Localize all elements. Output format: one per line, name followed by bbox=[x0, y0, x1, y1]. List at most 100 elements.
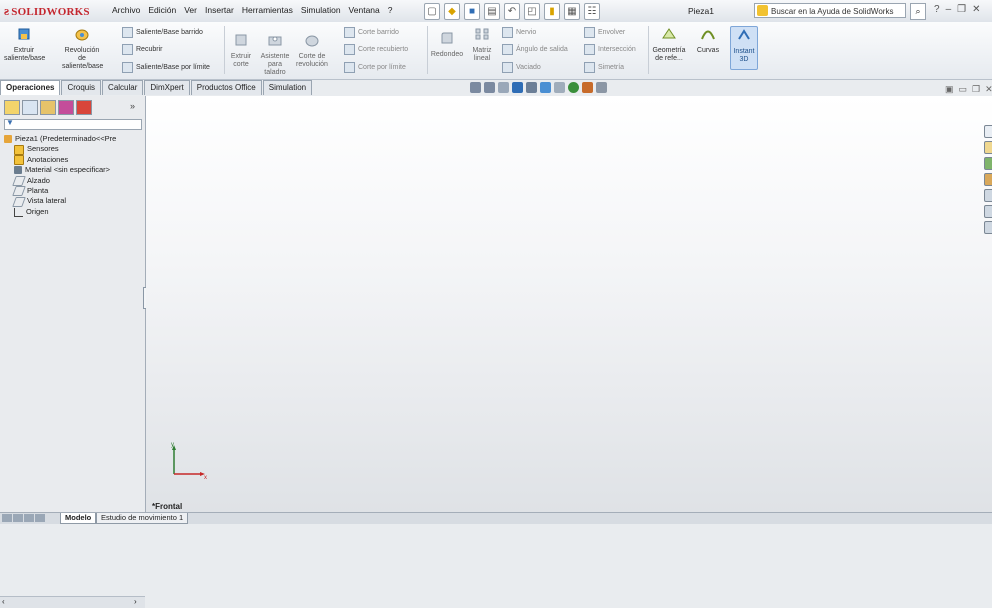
tree-root[interactable]: Pieza1 (Predeterminado<<Pre bbox=[4, 134, 116, 144]
ribbon-separator bbox=[648, 26, 649, 74]
property-manager-tab-icon[interactable] bbox=[22, 100, 38, 115]
file-explorer-icon[interactable] bbox=[984, 157, 992, 170]
viewport-restore-icon[interactable]: ❐ bbox=[972, 84, 980, 95]
swept-cut-button[interactable]: Corte barrido bbox=[344, 27, 399, 38]
tab-estudio-movimiento[interactable]: Estudio de movimiento 1 bbox=[96, 513, 189, 524]
extruded-cut-button[interactable]: Extruir corte bbox=[226, 32, 256, 69]
edit-appearance-icon[interactable] bbox=[568, 82, 579, 93]
previous-view-icon[interactable] bbox=[498, 82, 509, 93]
dimxpert-manager-tab-icon[interactable] bbox=[58, 100, 74, 115]
help-icon[interactable]: ? bbox=[934, 4, 940, 15]
select-icon[interactable]: ◰ bbox=[524, 3, 540, 20]
boundary-boss-button[interactable]: Saliente/Base por límite bbox=[122, 62, 210, 73]
first-tab-icon[interactable] bbox=[2, 514, 12, 522]
tree-item-anotaciones[interactable]: Anotaciones bbox=[4, 155, 116, 166]
wrap-button[interactable]: Envolver bbox=[584, 27, 625, 38]
rib-button[interactable]: Nervio bbox=[502, 27, 536, 38]
next-tab-icon[interactable] bbox=[24, 514, 34, 522]
viewport-minimize-icon[interactable]: ▭ bbox=[959, 84, 968, 95]
last-tab-icon[interactable] bbox=[35, 514, 45, 522]
viewport-close-icon[interactable]: ✕ bbox=[985, 84, 992, 95]
scroll-left-icon[interactable]: ‹ bbox=[2, 597, 5, 606]
graphics-area[interactable] bbox=[146, 96, 992, 512]
revolved-cut-icon bbox=[305, 35, 319, 47]
close-icon[interactable]: ✕ bbox=[972, 4, 980, 15]
triad-x-label: x bbox=[204, 475, 207, 480]
tree-item-alzado[interactable]: Alzado bbox=[4, 176, 116, 186]
revolved-cut-button[interactable]: Corte de revolución bbox=[295, 32, 329, 69]
extrude-boss-button[interactable]: Extruir saliente/base bbox=[4, 26, 45, 63]
lofted-cut-button[interactable]: Corte recubierto bbox=[344, 44, 408, 55]
view-palette-icon[interactable] bbox=[984, 173, 992, 186]
apply-scene-icon[interactable] bbox=[582, 82, 593, 93]
tab-calcular[interactable]: Calcular bbox=[102, 80, 144, 95]
restore-icon[interactable]: ❐ bbox=[957, 4, 966, 15]
solidworks-resources-icon[interactable] bbox=[984, 125, 992, 138]
file-properties-icon[interactable]: ▦ bbox=[564, 3, 580, 20]
display-manager-tab-icon[interactable] bbox=[76, 100, 92, 115]
tab-modelo[interactable]: Modelo bbox=[60, 513, 97, 524]
tree-item-planta[interactable]: Planta bbox=[4, 186, 116, 197]
zoom-to-fit-icon[interactable] bbox=[470, 82, 481, 93]
zoom-area-icon[interactable] bbox=[484, 82, 495, 93]
tree-item-origen[interactable]: Origen bbox=[4, 207, 116, 217]
reference-geometry-button[interactable]: Geometría de refe... bbox=[650, 26, 688, 63]
hole-wizard-button[interactable]: Asistente para taladro bbox=[259, 32, 291, 77]
tree-item-sensores[interactable]: Sensores bbox=[4, 144, 116, 155]
panel-horizontal-scrollbar[interactable]: ‹ › bbox=[0, 596, 145, 608]
loft-button[interactable]: Recubrir bbox=[122, 44, 162, 55]
draft-button[interactable]: Ángulo de salida bbox=[502, 44, 568, 55]
display-style-icon[interactable] bbox=[540, 82, 551, 93]
scroll-right-icon[interactable]: › bbox=[134, 597, 137, 606]
menu-insertar[interactable]: Insertar bbox=[205, 5, 234, 15]
tree-item-material[interactable]: Material <sin especificar> bbox=[4, 165, 116, 175]
help-search-input[interactable]: Buscar en la Ayuda de SolidWorks bbox=[754, 3, 906, 18]
intersect-button[interactable]: Intersección bbox=[584, 44, 636, 55]
mirror-button[interactable]: Simetría bbox=[584, 62, 624, 73]
revolve-boss-button[interactable]: Revolución de saliente/base bbox=[62, 26, 103, 71]
tree-item-vista-lateral[interactable]: Vista lateral bbox=[4, 196, 116, 207]
tab-croquis[interactable]: Croquis bbox=[61, 80, 102, 95]
menu-simulation[interactable]: Simulation bbox=[301, 5, 341, 15]
menu-edicion[interactable]: Edición bbox=[148, 5, 176, 15]
configuration-manager-tab-icon[interactable] bbox=[40, 100, 56, 115]
expand-arrow-icon[interactable]: » bbox=[130, 101, 135, 111]
minimize-icon[interactable]: – bbox=[946, 4, 952, 15]
tab-dimxpert[interactable]: DimXpert bbox=[144, 80, 190, 95]
tab-productos-office[interactable]: Productos Office bbox=[190, 80, 262, 95]
instant3d-button[interactable]: Instant 3D bbox=[730, 26, 758, 70]
save-icon[interactable]: ■ bbox=[464, 3, 480, 20]
tab-operaciones[interactable]: Operaciones bbox=[0, 80, 61, 95]
menu-ventana[interactable]: Ventana bbox=[349, 5, 380, 15]
rebuild-icon[interactable]: ▮ bbox=[544, 3, 560, 20]
appearances-icon[interactable] bbox=[984, 189, 992, 202]
fillet-button[interactable]: Redondeo bbox=[429, 30, 465, 59]
options-icon[interactable]: ☷ bbox=[584, 3, 600, 20]
new-document-icon[interactable]: ▢ bbox=[424, 3, 440, 20]
section-view-icon[interactable] bbox=[512, 82, 523, 93]
undo-icon[interactable]: ↶ bbox=[504, 3, 520, 20]
open-folder-icon[interactable]: ◆ bbox=[444, 3, 460, 20]
swept-boss-button[interactable]: Saliente/Base barrido bbox=[122, 27, 203, 38]
search-icon[interactable]: ⌕ bbox=[910, 3, 926, 20]
hide-show-items-icon[interactable] bbox=[554, 82, 565, 93]
print-icon[interactable]: ▤ bbox=[484, 3, 500, 20]
view-settings-icon[interactable] bbox=[596, 82, 607, 93]
curves-button[interactable]: Curvas bbox=[694, 26, 722, 55]
menu-herramientas[interactable]: Herramientas bbox=[242, 5, 293, 15]
menu-ver[interactable]: Ver bbox=[184, 5, 197, 15]
tree-filter-input[interactable]: ▼ bbox=[4, 118, 142, 130]
prev-tab-icon[interactable] bbox=[13, 514, 23, 522]
menu-archivo[interactable]: Archivo bbox=[112, 5, 140, 15]
tab-simulation[interactable]: Simulation bbox=[262, 80, 313, 95]
design-library-icon[interactable] bbox=[984, 141, 992, 154]
feature-manager-tab-icon[interactable] bbox=[4, 100, 20, 115]
custom-properties-icon[interactable] bbox=[984, 205, 992, 218]
shell-button[interactable]: Vaciado bbox=[502, 62, 541, 73]
boundary-cut-button[interactable]: Corte por límite bbox=[344, 62, 406, 73]
menu-help[interactable]: ? bbox=[388, 5, 393, 15]
view-orientation-icon[interactable] bbox=[526, 82, 537, 93]
linear-pattern-button[interactable]: Matriz lineal bbox=[468, 26, 496, 63]
document-recovery-icon[interactable] bbox=[984, 221, 992, 234]
tile-icon[interactable]: ▣ bbox=[945, 84, 954, 95]
